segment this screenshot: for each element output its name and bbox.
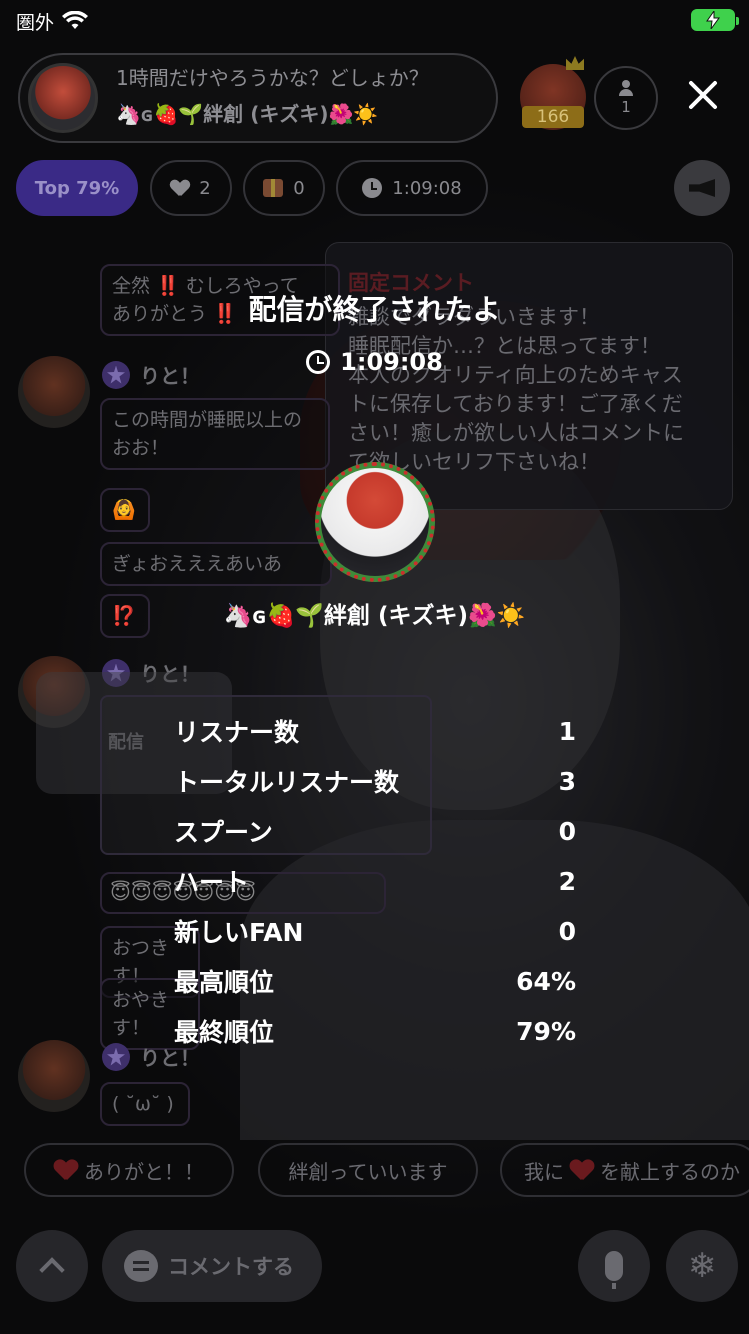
rank-chip[interactable]: Top 79%	[16, 160, 138, 216]
gifts-chip[interactable]: 0	[243, 160, 325, 216]
status-bar: 圏外	[0, 0, 749, 42]
snowflake-icon: ❄	[687, 1246, 717, 1286]
listener-count: 1	[621, 98, 631, 116]
chevron-up-icon	[39, 1257, 65, 1283]
quick-reply-button[interactable]: 我に を献上するのか	[500, 1143, 749, 1197]
stat-value: 1	[558, 716, 576, 746]
heart-icon	[171, 180, 189, 196]
stat-value: 0	[558, 816, 576, 846]
comment-button-label: コメントする	[168, 1255, 294, 1279]
stat-label: トータルリスナー数	[174, 768, 400, 797]
expand-button[interactable]	[16, 1230, 88, 1302]
host-avatar[interactable]	[28, 63, 98, 133]
gifts-count: 0	[293, 177, 305, 199]
quick-reply-label: 絆創っていいます	[288, 1159, 448, 1184]
stat-value: 64%	[516, 966, 576, 996]
quick-reply-label: ありがと！！	[84, 1159, 204, 1184]
host-name: 🦄ɢ🍓🌱絆創 (キズキ)🌺☀️	[116, 102, 379, 126]
hearts-chip[interactable]: 2	[150, 160, 232, 216]
comment-button[interactable]: コメントする	[102, 1230, 322, 1302]
host-avatar-large	[315, 462, 435, 582]
gift-icon	[263, 179, 284, 197]
stat-label: リスナー数	[174, 718, 300, 747]
star-badge-icon	[102, 1042, 130, 1071]
carrier-label: 圏外	[16, 11, 55, 34]
stream-title: 1時間だけやろうかな？どしょか？	[116, 66, 429, 90]
stat-label: ハート	[174, 868, 250, 897]
top-fan-badge: 166	[522, 106, 584, 128]
stat-label: スプーン	[174, 818, 273, 847]
microphone-button[interactable]	[578, 1230, 650, 1302]
heart-icon	[570, 1160, 594, 1180]
person-icon	[618, 80, 634, 96]
end-duration: 1:09:08	[0, 348, 749, 376]
stat-row-total-listeners: トータルリスナー数 3	[174, 756, 576, 806]
stats-list: リスナー数 1 トータルリスナー数 3 スプーン 0 ハート 2 新しいFAN …	[174, 706, 576, 1056]
stat-row-hearts: ハート 2	[174, 856, 576, 906]
heart-icon	[54, 1160, 78, 1180]
stat-label: 新しいFAN	[174, 918, 304, 947]
megaphone-icon	[689, 179, 715, 197]
duration-value: 1:09:08	[392, 177, 462, 199]
stat-label: 最高順位	[174, 968, 275, 997]
stream-ended-summary: 配信が終了されたよ 1:09:08 🦄ɢ🍓🌱絆創 (キズキ)🌺☀️ リスナー数 …	[0, 242, 749, 1047]
stat-row-best-rank: 最高順位 64%	[174, 956, 576, 1006]
stat-value: 2	[558, 866, 576, 896]
clock-icon	[362, 178, 383, 198]
quick-reply-button[interactable]: 絆創っていいます	[258, 1143, 478, 1197]
listener-button[interactable]: 1	[594, 66, 658, 130]
end-title: 配信が終了されたよ	[248, 293, 501, 326]
announcement-button[interactable]	[674, 160, 730, 216]
end-host-name: 🦄ɢ🍓🌱絆創 (キズキ)🌺☀️	[223, 603, 526, 629]
chat-bubble: ( ˘ω˘ )	[100, 1082, 190, 1126]
rank-label: Top 79%	[34, 177, 120, 199]
quick-reply-label: を献上するのか	[600, 1159, 740, 1184]
stat-label: 最終順位	[174, 1018, 275, 1047]
stat-row-spoons: スプーン 0	[174, 806, 576, 856]
stat-row-new-fans: 新しいFAN 0	[174, 906, 576, 956]
wifi-icon	[62, 10, 89, 31]
end-duration-value: 1:09:08	[340, 348, 443, 376]
duration-chip[interactable]: 1:09:08	[336, 160, 488, 216]
comment-icon	[124, 1250, 158, 1282]
hearts-count: 2	[199, 177, 211, 199]
quick-reply-label: 我に	[524, 1159, 564, 1184]
clock-icon	[306, 350, 331, 374]
chat-user-avatar[interactable]	[18, 1040, 90, 1112]
close-button[interactable]	[682, 74, 724, 116]
battery-charging-icon	[691, 9, 739, 31]
stat-value: 3	[558, 766, 576, 796]
stat-value: 79%	[516, 1016, 576, 1046]
stat-value: 0	[558, 916, 576, 946]
microphone-icon	[605, 1251, 623, 1289]
freeze-button[interactable]: ❄	[666, 1230, 738, 1302]
stat-row-listeners: リスナー数 1	[174, 706, 576, 756]
quick-reply-button[interactable]: ありがと！！	[24, 1143, 234, 1197]
stat-row-final-rank: 最終順位 79%	[174, 1006, 576, 1056]
